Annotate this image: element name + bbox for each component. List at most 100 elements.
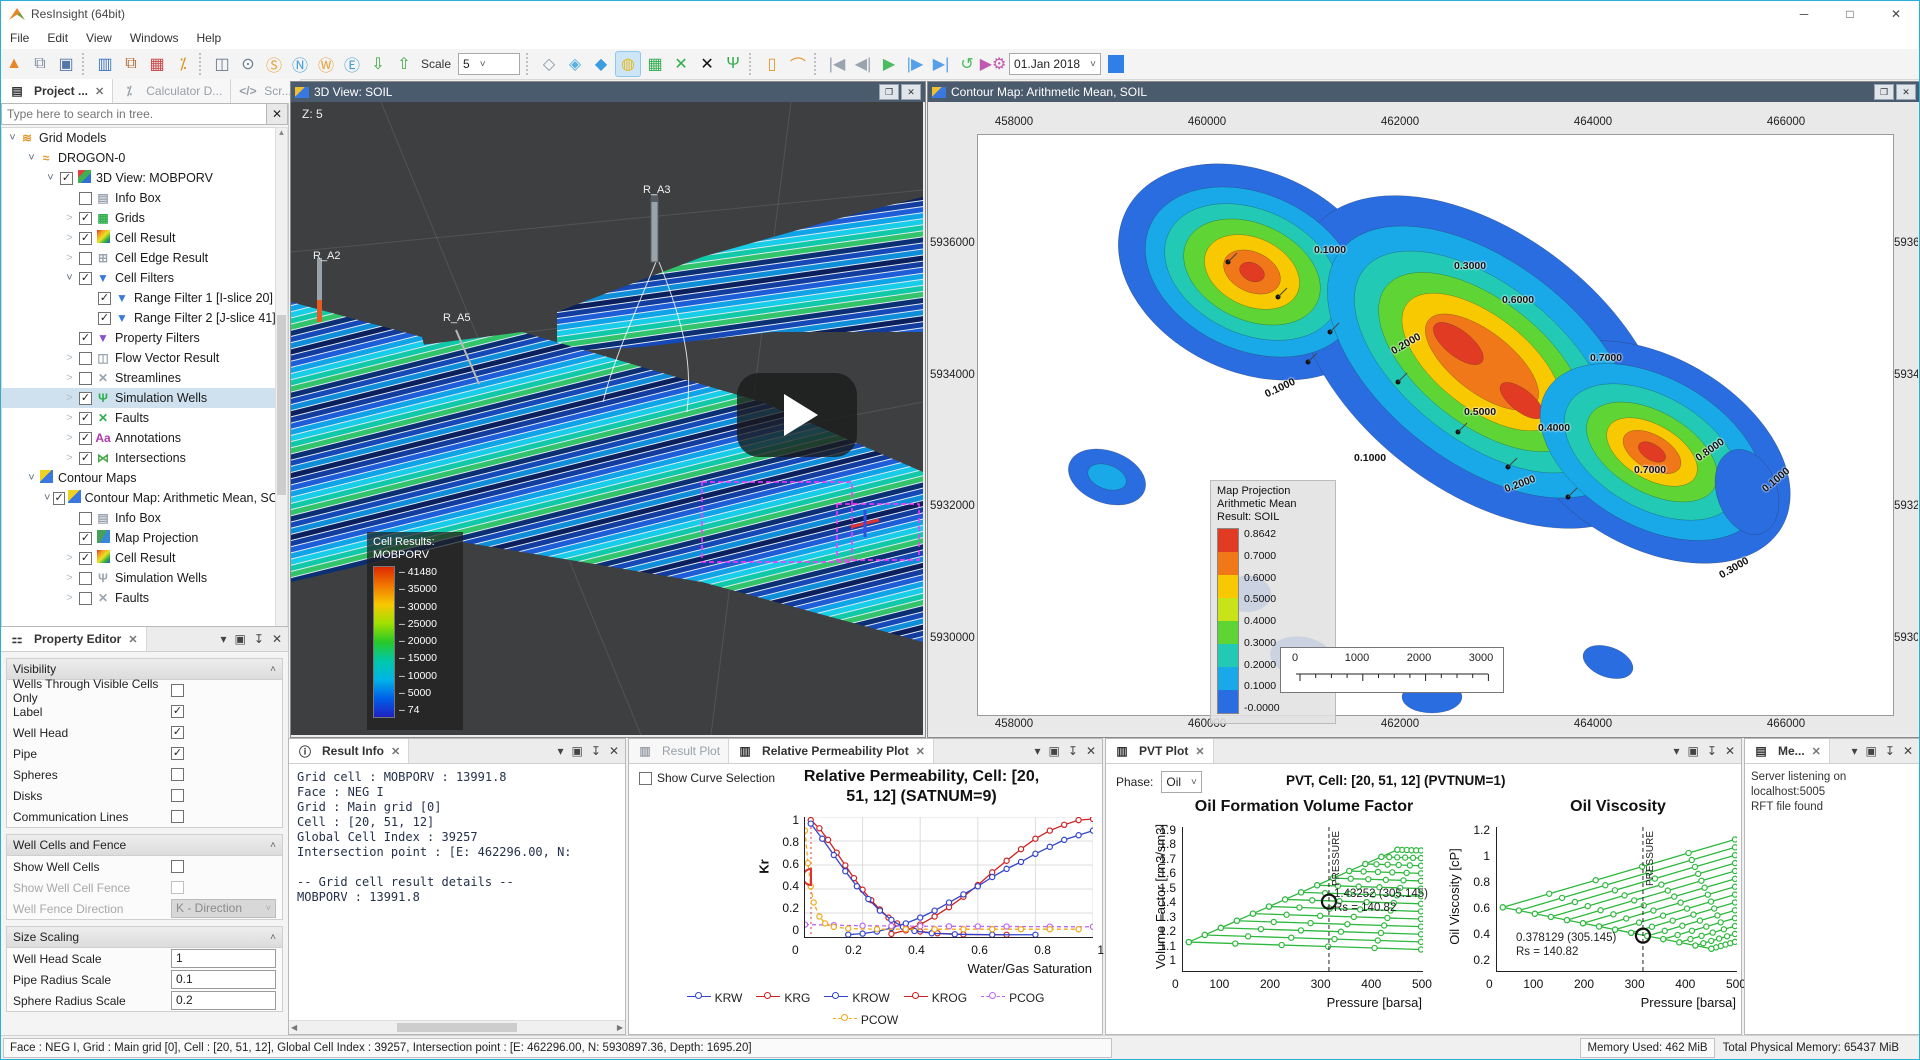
- dock-pin-icon[interactable]: ↧: [1707, 744, 1717, 758]
- tree-checkbox[interactable]: [79, 352, 92, 365]
- dock-menu-icon[interactable]: ▾: [1674, 744, 1680, 758]
- tab-property-editor[interactable]: ⚏ Property Editor✕: [1, 627, 147, 651]
- legend-item-krg[interactable]: KRG: [756, 991, 810, 1005]
- contour-map-canvas[interactable]: 458000460000462000464000466000 458000460…: [928, 102, 1918, 735]
- tree-item-range-filter-1-i-slice-20-[interactable]: ✓▼Range Filter 1 [I-slice 20]: [2, 288, 276, 308]
- tree-checkbox[interactable]: ✓: [79, 552, 92, 565]
- expander-icon[interactable]: ˃: [63, 452, 76, 464]
- tab-pvt-plot[interactable]: ▥ PVT Plot✕: [1106, 739, 1214, 763]
- tree-item-cell-filters[interactable]: ˅✓▼Cell Filters: [2, 268, 276, 288]
- prop-input[interactable]: 1: [171, 949, 276, 968]
- tree-item-simulation-wells[interactable]: ˃✓ΨSimulation Wells: [2, 388, 276, 408]
- maximize-button[interactable]: □: [1827, 1, 1873, 27]
- tree-item-3d-view-mobporv[interactable]: ˅✓3D View: MOBPORV: [2, 168, 276, 188]
- tree-checkbox[interactable]: [79, 252, 92, 265]
- tree-checkbox[interactable]: ✓: [79, 332, 92, 345]
- legend-item-pcog[interactable]: PCOG: [981, 991, 1044, 1005]
- view3d-titlebar[interactable]: 3D View: SOIL ❐ ✕: [291, 82, 925, 102]
- prop-checkbox[interactable]: ✓: [171, 705, 184, 718]
- expander-icon[interactable]: ˃: [63, 352, 76, 364]
- tree-item-cell-result[interactable]: ˃✓Cell Result: [2, 548, 276, 568]
- prop-checkbox[interactable]: [171, 789, 184, 802]
- ruler-curve-icon[interactable]: ⌒: [786, 52, 810, 76]
- view-north-icon[interactable]: Ⓝ: [288, 52, 312, 76]
- tree-item-intersections[interactable]: ˃✓⋈Intersections: [2, 448, 276, 468]
- close-button[interactable]: ✕: [1873, 1, 1919, 27]
- tree-checkbox[interactable]: ✓: [79, 232, 92, 245]
- save-project-icon[interactable]: ▣: [54, 52, 78, 76]
- snap-up-icon[interactable]: ⇧: [392, 52, 416, 76]
- menu-windows[interactable]: Windows: [121, 31, 188, 45]
- contour-map-titlebar[interactable]: Contour Map: Arithmetic Mean, SOIL ❐ ✕: [928, 82, 1920, 102]
- calculator-icon[interactable]: ⁒: [171, 52, 195, 76]
- legend-item-krow[interactable]: KROW: [824, 991, 889, 1005]
- loop-icon[interactable]: ↺: [955, 52, 979, 76]
- snap-down-icon[interactable]: ⇩: [366, 52, 390, 76]
- expander-icon[interactable]: ˅: [44, 492, 50, 504]
- tree-item-range-filter-2-j-slice-41-[interactable]: ✓▼Range Filter 2 [J-slice 41]: [2, 308, 276, 328]
- dock-menu-icon[interactable]: ▾: [558, 744, 564, 758]
- ruler-vertical-icon[interactable]: ▯: [760, 52, 784, 76]
- tree-checkbox[interactable]: ✓: [79, 392, 92, 405]
- prop-checkbox[interactable]: [171, 860, 184, 873]
- tree-checkbox[interactable]: ✓: [98, 312, 111, 325]
- lighting-icon[interactable]: ◍: [615, 51, 641, 77]
- tree-checkbox[interactable]: [79, 512, 92, 525]
- view3d-restore-icon[interactable]: ❐: [879, 84, 899, 100]
- tree-checkbox[interactable]: ✓: [53, 492, 64, 505]
- tree-item-cell-result[interactable]: ˃✓Cell Result: [2, 228, 276, 248]
- dock-close-icon[interactable]: ✕: [1903, 744, 1913, 758]
- dock-pin-icon[interactable]: ↧: [1885, 744, 1895, 758]
- view-west-icon[interactable]: Ⓦ: [314, 52, 338, 76]
- prop-input[interactable]: 0.2: [171, 991, 276, 1010]
- tree-checkbox[interactable]: [79, 592, 92, 605]
- dock-pin-icon[interactable]: ↧: [254, 632, 264, 646]
- dock-float-icon[interactable]: ▣: [572, 744, 583, 758]
- tree-checkbox[interactable]: ✓: [98, 292, 111, 305]
- dock-float-icon[interactable]: ▣: [1866, 744, 1877, 758]
- expander-icon[interactable]: ˅: [25, 472, 38, 484]
- dock-menu-icon[interactable]: ▾: [221, 632, 227, 646]
- expander-icon[interactable]: ˃: [63, 552, 76, 564]
- prop-checkbox[interactable]: ✓: [171, 726, 184, 739]
- dock-pin-icon[interactable]: ↧: [591, 744, 601, 758]
- contour-restore-icon[interactable]: ❐: [1874, 84, 1894, 100]
- tree-checkbox[interactable]: [79, 192, 92, 205]
- dock-pin-icon[interactable]: ↧: [1068, 744, 1078, 758]
- tree-item-annotations[interactable]: ˃✓AaAnnotations: [2, 428, 276, 448]
- step-forward-icon[interactable]: |▶: [903, 52, 927, 76]
- legend-item-krw[interactable]: KRW: [687, 991, 743, 1005]
- expander-icon[interactable]: ˃: [63, 412, 76, 424]
- plot-window-icon[interactable]: ▥: [93, 52, 117, 76]
- tab-result-info[interactable]: ⓘ Result Info✕: [289, 739, 409, 763]
- minimize-button[interactable]: ─: [1781, 1, 1827, 27]
- timestep-select[interactable]: 01.Jan 2018˅: [1009, 53, 1101, 75]
- view3d-close-icon[interactable]: ✕: [901, 84, 921, 100]
- fault-labels-icon[interactable]: ✕: [695, 52, 719, 76]
- tree-item-cell-edge-result[interactable]: ˃⊞Cell Edge Result: [2, 248, 276, 268]
- show-grids-icon[interactable]: ▦: [643, 52, 667, 76]
- expander-icon[interactable]: ˃: [63, 372, 76, 384]
- summary-plot-icon[interactable]: ▦: [145, 52, 169, 76]
- prop-checkbox[interactable]: ✓: [171, 747, 184, 760]
- expander-icon[interactable]: ˃: [63, 432, 76, 444]
- menu-edit[interactable]: Edit: [38, 31, 77, 45]
- tree-item-property-filters[interactable]: ✓▼Property Filters: [2, 328, 276, 348]
- gridbox-solid-icon[interactable]: ◆: [589, 52, 613, 76]
- zoom-all-icon[interactable]: ⊙: [236, 52, 260, 76]
- play-settings-icon[interactable]: ▶⚙: [981, 52, 1005, 76]
- group-header[interactable]: Size Scaling˄: [7, 927, 282, 948]
- legend-item-krog[interactable]: KROG: [904, 991, 967, 1005]
- expander-icon[interactable]: ˃: [63, 392, 76, 404]
- prop-input[interactable]: 0.1: [171, 970, 276, 989]
- tree-item-map-projection[interactable]: ✓Map Projection: [2, 528, 276, 548]
- expander-icon[interactable]: ˃: [63, 572, 76, 584]
- gridbox-outline-icon[interactable]: ◈: [563, 52, 587, 76]
- dock-float-icon[interactable]: ▣: [235, 632, 246, 646]
- tree-checkbox[interactable]: ✓: [79, 212, 92, 225]
- expander-icon[interactable]: ˃: [63, 252, 76, 264]
- step-back-icon[interactable]: ◀|: [851, 52, 875, 76]
- expander-icon[interactable]: ˅: [63, 272, 76, 284]
- tree-item-flow-vector-result[interactable]: ˃◫Flow Vector Result: [2, 348, 276, 368]
- resinsight-logo-icon[interactable]: ▲: [2, 52, 26, 76]
